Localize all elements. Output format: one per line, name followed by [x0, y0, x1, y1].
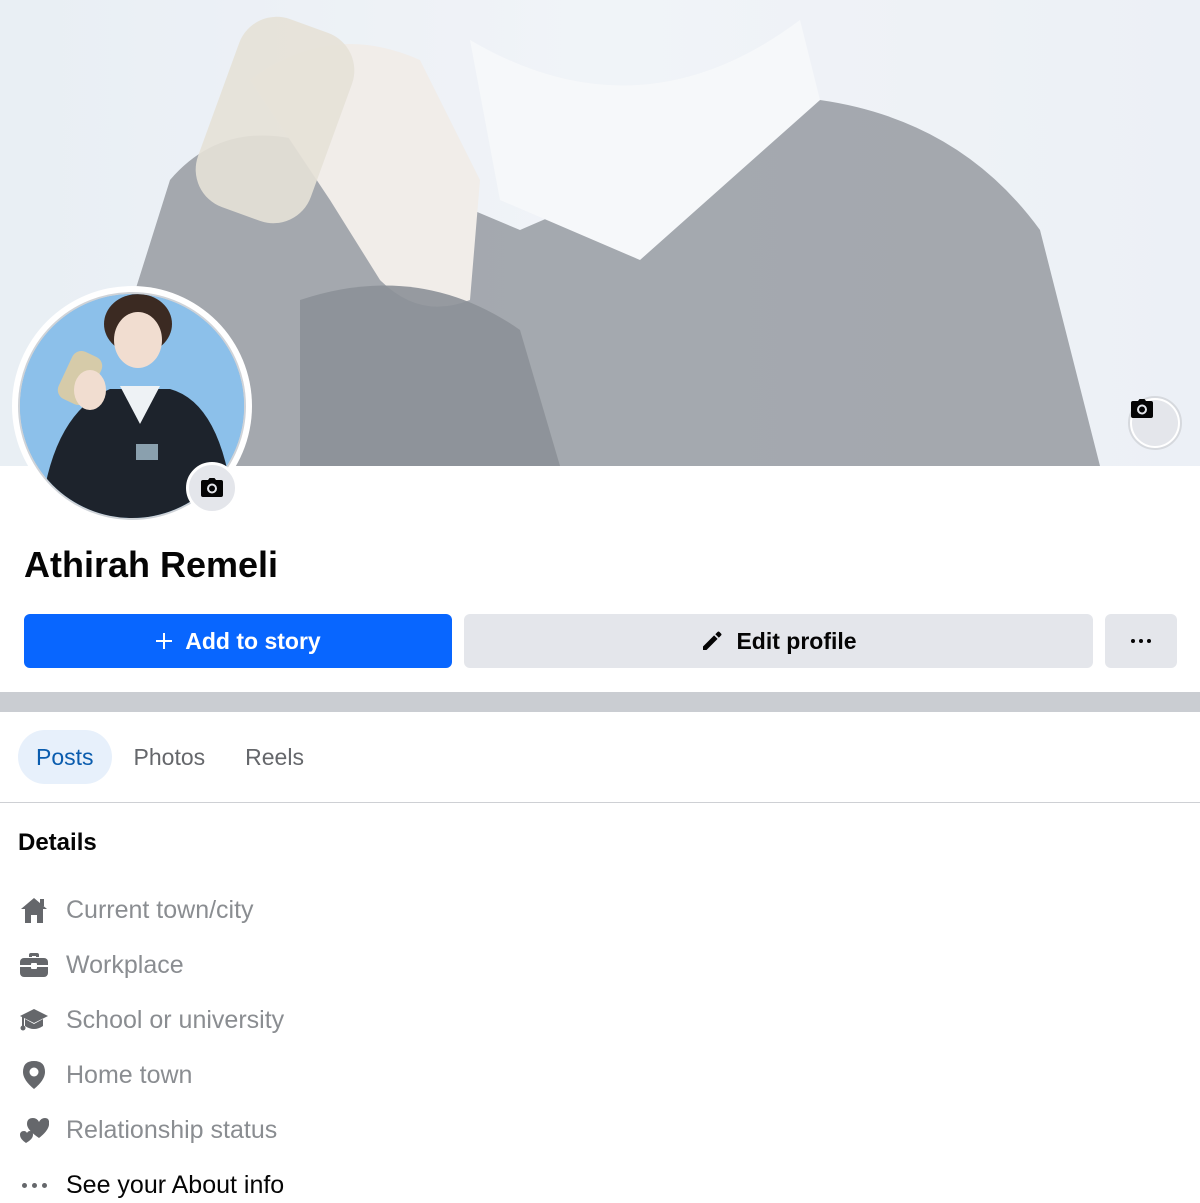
profile-tabs: Posts Photos Reels [18, 730, 326, 784]
tabs-divider [0, 802, 1200, 803]
more-dots-icon [1131, 639, 1151, 643]
detail-label: Workplace [66, 950, 184, 979]
edit-profile-label: Edit profile [736, 627, 857, 654]
section-divider [0, 692, 1200, 712]
add-to-story-label: Add to story [185, 627, 321, 654]
see-about-info-link[interactable]: See your About info [18, 1165, 284, 1203]
details-heading: Details [18, 829, 97, 856]
heart-icon [18, 1114, 50, 1146]
detail-label: Current town/city [66, 895, 254, 924]
edit-cover-photo-button[interactable] [1128, 396, 1182, 450]
detail-label: See your About info [66, 1170, 285, 1199]
tab-photos[interactable]: Photos [116, 730, 224, 784]
pencil-icon [700, 629, 724, 653]
more-dots-icon [18, 1169, 50, 1201]
detail-current-city[interactable]: Current town/city [18, 890, 254, 930]
detail-label: Home town [66, 1060, 193, 1089]
briefcase-icon [18, 949, 50, 981]
plus-icon [155, 632, 173, 650]
more-options-button[interactable] [1105, 614, 1177, 668]
tab-posts[interactable]: Posts [18, 730, 112, 784]
detail-home-town[interactable]: Home town [18, 1055, 192, 1095]
edit-profile-picture-button[interactable] [186, 462, 238, 514]
edit-profile-button[interactable]: Edit profile [464, 614, 1093, 668]
add-to-story-button[interactable]: Add to story [24, 614, 452, 668]
camera-icon [201, 478, 223, 497]
location-pin-icon [18, 1059, 50, 1091]
detail-workplace[interactable]: Workplace [18, 945, 184, 985]
detail-label: Relationship status [66, 1115, 278, 1144]
graduation-cap-icon [18, 1004, 50, 1036]
detail-relationship[interactable]: Relationship status [18, 1110, 277, 1150]
tab-reels[interactable]: Reels [227, 730, 322, 784]
home-icon [18, 894, 50, 926]
profile-name: Athirah Remeli [24, 544, 279, 585]
detail-school[interactable]: School or university [18, 1000, 284, 1040]
camera-icon [1131, 399, 1153, 418]
detail-label: School or university [66, 1005, 285, 1034]
